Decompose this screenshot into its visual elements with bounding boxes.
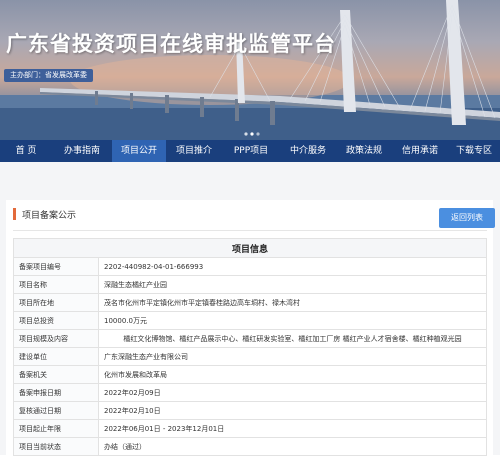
table-header: 项目信息 [13,238,487,258]
row-value: 2022年02月10日 [98,401,487,420]
row-key: 项目名称 [13,275,99,294]
row-key: 项目所在地 [13,293,99,312]
row-value: 办结（通过） [98,437,487,456]
nav-project-promotion[interactable]: 项目推介 [166,140,222,162]
table-row: 项目当前状态 办结（通过） [13,437,487,456]
nav-download[interactable]: 下载专区 [448,140,500,162]
row-key: 备案项目编号 [13,257,99,276]
row-key: 建设单位 [13,347,99,366]
section-divider [13,230,487,231]
header-banner: 广东省投资项目在线审批监管平台 主办部门：省发展改革委 [0,0,500,140]
row-key: 项目当前状态 [13,437,99,456]
row-value: 广东深融生态产业有限公司 [98,347,487,366]
row-key: 备案机关 [13,365,99,384]
main-nav: 首 页 办事指南 项目公开 项目推介 PPP项目 中介服务 政策法规 信用承诺 … [0,140,500,162]
nav-ppp[interactable]: PPP项目 [222,140,280,162]
table-row: 复核通过日期 2022年02月10日 [13,401,487,420]
nav-policy[interactable]: 政策法规 [336,140,392,162]
table-row: 建设单位 广东深融生态产业有限公司 [13,347,487,366]
section-header: 项目备案公示 [13,207,76,221]
row-key: 复核通过日期 [13,401,99,420]
row-value: 化州市发展和改革局 [98,365,487,384]
row-key: 项目起止年限 [13,419,99,438]
section-title: 项目备案公示 [22,210,77,221]
table-row: 备案机关 化州市发展和改革局 [13,365,487,384]
site-title: 广东省投资项目在线审批监管平台 [6,32,336,56]
row-value: 橘红文化博物馆、橘红产品展示中心、橘红研发实验室、橘红加工厂房 橘红产业人才宿舍… [98,329,487,348]
nav-credit[interactable]: 信用承诺 [392,140,448,162]
row-value: 深融生态橘红产业园 [98,275,487,294]
row-key: 备案申报日期 [13,383,99,402]
row-value: 2202-440982-04-01-666993 [98,257,487,276]
row-key: 项目规模及内容 [13,329,99,348]
table-row: 项目规模及内容 橘红文化博物馆、橘红产品展示中心、橘红研发实验室、橘红加工厂房 橘… [13,329,487,348]
table-row: 项目总投资 10000.0万元 [13,311,487,330]
table-row: 备案项目编号 2202-440982-04-01-666993 [13,257,487,276]
host-department-badge: 主办部门：省发展改革委 [4,69,93,82]
section-accent-bar [13,208,16,220]
back-to-list-button[interactable]: 返回列表 [439,208,495,228]
nav-guide[interactable]: 办事指南 [52,140,112,162]
row-value: 2022年06月01日 - 2023年12月01日 [98,419,487,438]
row-value: 2022年02月09日 [98,383,487,402]
table-row: 项目所在地 茂名市化州市平定镇化州市平定镇春桂路边高车垌村、禄木湾村 [13,293,487,312]
table-row: 备案申报日期 2022年02月09日 [13,383,487,402]
nav-project-public[interactable]: 项目公开 [112,140,166,162]
table-header-row: 项目信息 [13,238,487,258]
project-info-table: 项目信息 备案项目编号 2202-440982-04-01-666993 项目名称深… [13,238,487,456]
row-key: 项目总投资 [13,311,99,330]
nav-home[interactable]: 首 页 [0,140,52,162]
row-value: 10000.0万元 [98,311,487,330]
row-value: 茂名市化州市平定镇化州市平定镇春桂路边高车垌村、禄木湾村 [98,293,487,312]
table-row: 项目起止年限 2022年06月01日 - 2023年12月01日 [13,419,487,438]
nav-intermediary[interactable]: 中介服务 [280,140,336,162]
table-row: 项目名称 深融生态橘红产业园 [13,275,487,294]
